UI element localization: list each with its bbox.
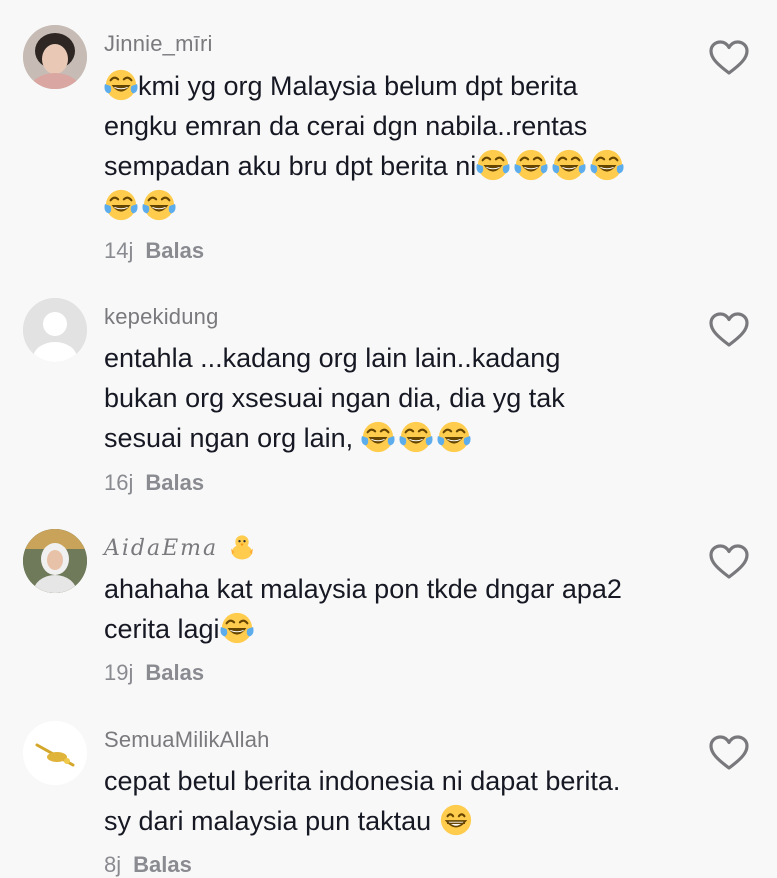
like-button[interactable] [709,544,749,580]
comment-text: kmi yg org Malaysia belum dpt berita eng… [104,66,694,226]
comment-time: 19j [104,660,134,685]
laugh-emoji-icon [104,188,138,222]
comment-line: sesuai ngan org lain, [104,423,361,453]
comment-line: sempadan aku bru dpt berita ni [104,151,477,181]
comment-line: engku emran da cerai dgn nabila..rentas [104,111,588,141]
comment-username[interactable]: AidaEma [104,536,257,562]
heart-icon [709,312,749,348]
comment-meta: 8j Balas [104,852,192,878]
reply-button[interactable]: Balas [133,852,192,877]
laugh-emoji-icon [220,611,254,645]
comment-line: cerita lagi [104,614,220,644]
like-button[interactable] [709,312,749,348]
reply-button[interactable]: Balas [145,238,204,263]
comment-username[interactable]: SemuaMilikAllah [104,727,270,753]
avatar[interactable] [23,25,87,89]
heart-icon [709,544,749,580]
heart-icon [709,40,749,76]
comment-time: 14j [104,238,134,263]
heart-icon [709,735,749,771]
comment-text: cepat betul berita indonesia ni dapat be… [104,761,694,841]
laugh-emoji-icon [399,420,433,454]
comment-line: kmi yg org Malaysia belum dpt berita [138,71,578,101]
like-button[interactable] [709,40,749,76]
avatar[interactable] [23,298,87,362]
comment-line: entahla ...kadang org lain lain..kadang [104,343,561,373]
comment-meta: 16j Balas [104,470,204,496]
comment-meta: 14j Balas [104,238,204,264]
comment-text: ahahaha kat malaysia pon tkde dngar apa2… [104,569,694,649]
comment-line: cepat betul berita indonesia ni dapat be… [104,766,621,796]
reply-button[interactable]: Balas [145,470,204,495]
laugh-emoji-icon [437,420,471,454]
laugh-emoji-icon [476,148,510,182]
comment-line: sy dari malaysia pun taktau [104,806,439,836]
avatar[interactable] [23,529,87,593]
comment-meta: 19j Balas [104,660,204,686]
laugh-emoji-icon [552,148,586,182]
laugh-emoji-icon [104,68,138,102]
comment-line: bukan org xsesuai ngan dia, dia yg tak [104,383,565,413]
laugh-emoji-icon [361,420,395,454]
comment-time: 16j [104,470,134,495]
avatar[interactable] [23,721,87,785]
chick-emoji-icon [227,532,257,562]
comment-time: 8j [104,852,122,877]
comment-text: entahla ...kadang org lain lain..kadang … [104,338,694,458]
comment-line: ahahaha kat malaysia pon tkde dngar apa2 [104,574,622,604]
grin-emoji-icon [439,803,473,837]
laugh-emoji-icon [590,148,624,182]
comment-username[interactable]: Jinnie_mīri [104,31,213,57]
comment-username[interactable]: kepekidung [104,304,219,330]
like-button[interactable] [709,735,749,771]
laugh-emoji-icon [142,188,176,222]
laugh-emoji-icon [514,148,548,182]
reply-button[interactable]: Balas [145,660,204,685]
